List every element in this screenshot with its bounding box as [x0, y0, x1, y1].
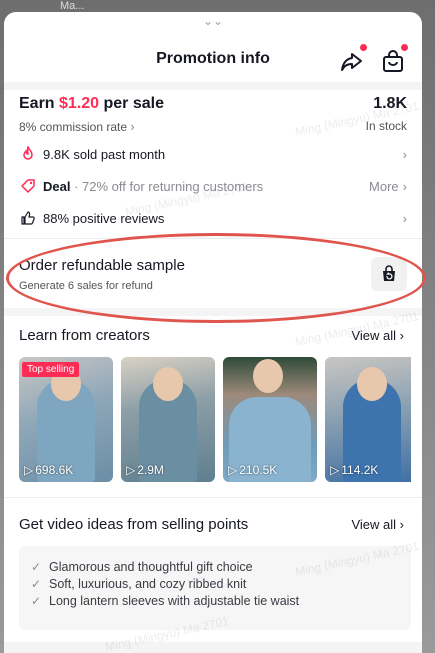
creators-view-all-link[interactable]: View all ›	[351, 328, 404, 343]
notification-dot	[401, 44, 408, 51]
view-count-value: 114.2K	[341, 463, 379, 477]
view-count: ▷ 2.9M	[126, 463, 164, 477]
info-row-sold[interactable]: 9.8K sold past month ›	[19, 143, 407, 165]
tag-icon	[19, 177, 37, 195]
view-count-value: 210.5K	[239, 463, 278, 477]
order-sample-button[interactable]	[371, 257, 407, 291]
play-icon: ▷	[24, 463, 34, 477]
commission-rate-link[interactable]: 8% commission rate ›	[19, 119, 135, 134]
creators-title: Learn from creators	[19, 327, 150, 344]
chevron-right-icon: ›	[402, 146, 407, 162]
play-icon: ▷	[126, 463, 136, 477]
refund-bag-icon	[383, 265, 395, 281]
deal-label: Deal	[43, 178, 71, 194]
check-icon: ✓	[31, 576, 42, 591]
check-icon: ✓	[31, 559, 42, 574]
ideas-title: Get video ideas from selling points	[19, 516, 249, 533]
divider	[4, 238, 422, 239]
info-row-text: Deal · 72% off for returning customers	[43, 179, 369, 194]
info-row-reviews[interactable]: 88% positive reviews ›	[19, 207, 407, 229]
earnings-summary: Earn $1.20 per sale 8% commission rate ›…	[19, 95, 407, 134]
view-count: ▷ 698.6K	[24, 463, 73, 477]
check-icon: ✓	[31, 593, 42, 608]
cart-button[interactable]	[378, 44, 408, 76]
selling-point-text: Glamorous and thoughtful gift choice	[49, 559, 253, 574]
info-row-deal[interactable]: Deal · 72% off for returning customers M…	[19, 175, 407, 197]
selling-point: ✓ Glamorous and thoughtful gift choice	[31, 558, 399, 575]
chevron-right-icon: ›	[402, 210, 407, 226]
view-all-label: View all	[351, 517, 397, 532]
section-divider	[4, 308, 422, 316]
view-count-value: 2.9M	[137, 463, 164, 477]
sample-title: Order refundable sample	[19, 257, 185, 274]
chevron-right-icon: ›	[130, 119, 135, 134]
selling-point-text: Long lantern sleeves with adjustable tie…	[49, 593, 300, 608]
video-image-face	[253, 359, 283, 393]
view-count-value: 698.6K	[35, 463, 74, 477]
view-all-label: View all	[351, 328, 397, 343]
collapse-chevron-icon[interactable]: ⌄⌄	[4, 15, 422, 27]
selling-points-box: ✓ Glamorous and thoughtful gift choice ✓ S…	[19, 546, 411, 630]
info-row-text: 88% positive reviews	[43, 210, 165, 226]
deal-text: · 72% off for returning customers	[70, 178, 264, 194]
fire-icon	[19, 145, 37, 163]
play-icon: ▷	[330, 463, 340, 477]
stock-info: 1.8K In stock	[366, 95, 407, 133]
selling-point: ✓ Long lantern sleeves with adjustable ti…	[31, 592, 399, 609]
stock-label: In stock	[365, 119, 407, 133]
promotion-sheet: ⌄⌄ Promotion info Earn $1.20 per sale 8%…	[4, 12, 422, 653]
video-thumbnail[interactable]: ▷ 210.5K	[223, 357, 317, 482]
selling-point: ✓ Soft, luxurious, and cozy ribbed knit	[31, 575, 399, 592]
video-image-face	[357, 367, 387, 401]
section-divider	[4, 642, 422, 653]
video-thumbnail[interactable]: Top selling ▷ 698.6K	[19, 357, 113, 482]
header: Promotion info	[4, 40, 422, 80]
thumbs-up-icon	[19, 209, 37, 227]
section-divider	[4, 82, 422, 90]
view-count: ▷ 114.2K	[330, 463, 378, 477]
play-icon: ▷	[228, 463, 238, 477]
earn-title: Earn $1.20 per sale	[19, 95, 407, 113]
commission-rate: 8% commission rate	[19, 120, 128, 134]
more-link[interactable]: More	[369, 179, 399, 194]
sample-subtitle: Generate 6 sales for refund	[19, 280, 153, 292]
chevron-right-icon: ›	[399, 328, 404, 343]
selling-point-text: Soft, luxurious, and cozy ribbed knit	[49, 576, 247, 591]
view-count: ▷ 210.5K	[228, 463, 277, 477]
divider	[4, 497, 422, 498]
earn-suffix: per sale	[99, 95, 165, 112]
earn-price: $1.20	[59, 95, 100, 112]
video-thumbnail[interactable]: ▷ 114.2K	[325, 357, 411, 482]
video-thumbnail[interactable]: ▷ 2.9M	[121, 357, 215, 482]
creator-videos: Top selling ▷ 698.6K ▷ 2.9M ▷ 210.5K ▷ 114.2…	[19, 357, 411, 482]
chevron-right-icon: ›	[402, 178, 407, 194]
stock-amount: 1.8K	[373, 95, 407, 112]
video-image-face	[153, 367, 183, 401]
chevron-right-icon: ›	[399, 517, 404, 532]
earn-prefix: Earn	[19, 95, 60, 112]
top-selling-badge: Top selling	[22, 362, 80, 377]
notification-dot	[360, 44, 367, 51]
info-row-text: 9.8K sold past month	[43, 146, 166, 162]
ideas-view-all-link[interactable]: View all ›	[351, 517, 404, 532]
share-button[interactable]	[337, 44, 367, 76]
